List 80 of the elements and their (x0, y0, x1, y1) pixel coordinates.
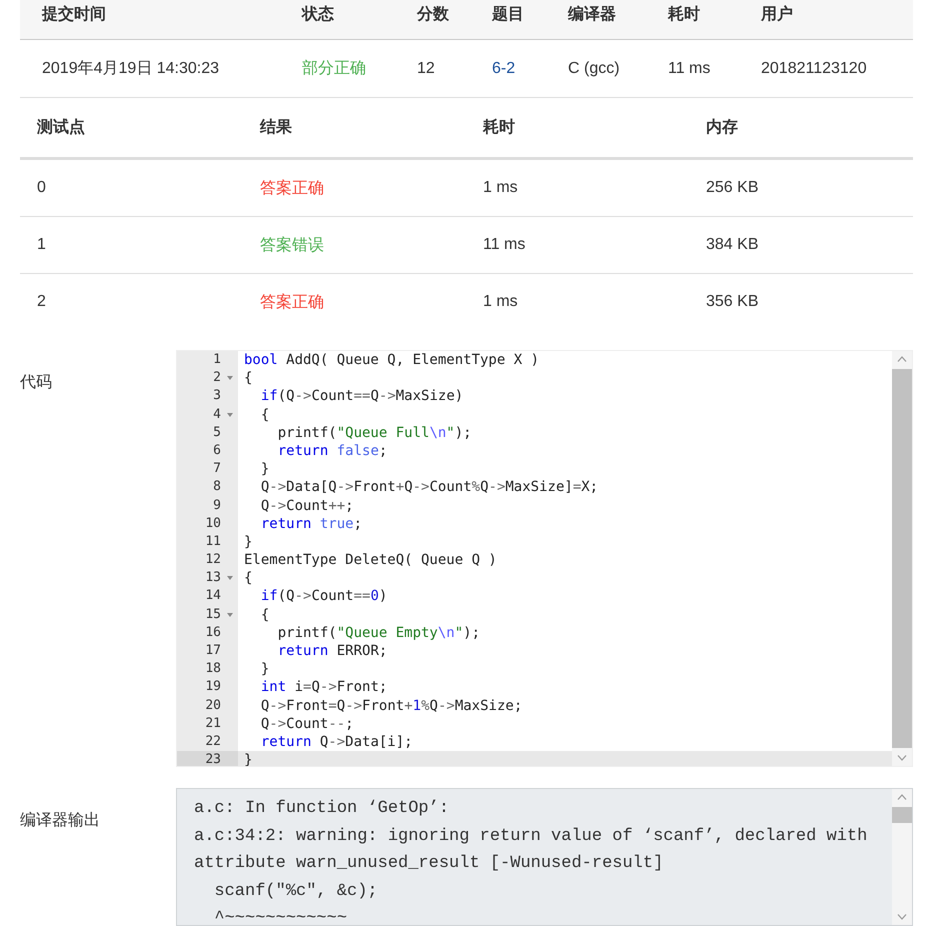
code-line: printf("Queue Empty\n"); (276, 624, 480, 641)
code-line: Q->Data[Q->Front+Q->Count%Q->MaxSize]=X; (260, 479, 598, 496)
line-number: 1 (212, 351, 221, 369)
line-number: 3 (212, 387, 221, 406)
code-line: { (260, 606, 270, 623)
code-line: int i=Q->Front; (260, 679, 388, 696)
table-cell-text: 2 (37, 293, 47, 311)
line-number: 2 (212, 369, 221, 388)
line-number: 10 (204, 514, 221, 533)
table-cell-text: 256 KB (706, 179, 760, 197)
code-line: { (260, 406, 270, 423)
column-header: 耗时 (483, 118, 516, 138)
column-header: 内存 (706, 118, 739, 138)
line-number: 22 (204, 732, 221, 751)
line-number: 19 (204, 678, 221, 696)
code-line: } (260, 461, 270, 478)
code-line: Q->Count--; (260, 716, 354, 732)
table-cell-text: C (gcc) (568, 60, 621, 78)
section-label: 编译器输出 (20, 810, 101, 831)
line-number: 7 (212, 460, 221, 478)
code-line: return true; (260, 516, 362, 532)
output-line: scanf("%c", &c); (213, 880, 379, 902)
column-header: 结果 (260, 118, 293, 138)
code-line: if(Q->Count==Q->MaxSize) (260, 388, 464, 404)
column-header: 编译器 (568, 4, 617, 25)
code-line: } (260, 661, 270, 678)
column-header: 题目 (492, 5, 525, 25)
output-line: a.c: In function ‘GetOp’: (194, 798, 450, 820)
table-cell-text: 356 KB (706, 293, 760, 311)
table-cell-text: 11 ms (483, 236, 526, 254)
table-cell-text: 1 (37, 236, 47, 254)
table-cell-text: 384 KB (706, 236, 760, 254)
line-number: 14 (204, 587, 221, 606)
code-line: Q->Count++; (260, 498, 354, 514)
line-number: 4 (212, 406, 221, 424)
code-line: if(Q->Count==0) (260, 588, 388, 604)
section-label: 代码 (20, 373, 53, 393)
line-number: 18 (204, 660, 221, 678)
line-number: 9 (212, 496, 221, 514)
line-number: 17 (204, 642, 221, 660)
column-header: 耗时 (668, 4, 701, 25)
table-cell-text: 1 ms (483, 293, 519, 311)
code-line: return ERROR; (276, 643, 388, 659)
column-header: 用户 (761, 4, 794, 25)
line-number: 15 (204, 606, 221, 624)
line-number: 6 (212, 442, 221, 460)
table-cell-text: 1 ms (483, 179, 519, 197)
line-number: 21 (204, 714, 221, 733)
line-number: 12 (204, 551, 221, 570)
code-line: printf("Queue Full\n"); (276, 424, 472, 441)
code-line: Q->Front=Q->Front+1%Q->MaxSize; (260, 698, 522, 714)
column-header: 测试点 (37, 118, 86, 138)
line-number: 13 (204, 569, 221, 588)
column-header: 提交时间 (42, 4, 107, 25)
status-text: 部分正确 (302, 58, 367, 79)
result-text: 答案错误 (260, 235, 325, 256)
line-number: 8 (212, 478, 221, 496)
table-cell-text: 0 (37, 179, 47, 197)
code-line: return Q->Data[i]; (260, 734, 413, 750)
line-number: 11 (204, 532, 221, 551)
code-line: { (244, 370, 252, 386)
code-line: bool AddQ( Queue Q, ElementType X ) (244, 352, 540, 368)
column-header: 分数 (417, 4, 450, 25)
code-line: { (244, 570, 252, 586)
table-cell-text: 11 ms (668, 60, 712, 78)
line-number: 5 (212, 424, 221, 442)
table-cell-text: 201821123120 (761, 60, 868, 78)
line-number: 16 (204, 624, 221, 642)
line-number: 23 (204, 751, 221, 766)
code-line: return false; (276, 442, 388, 459)
line-number: 20 (204, 696, 221, 715)
code-line: } (244, 534, 252, 550)
result-text: 答案正确 (260, 292, 325, 312)
table-cell-text: 12 (417, 60, 436, 78)
problem-link[interactable]: 6-2 (492, 60, 568, 78)
column-header: 状态 (302, 4, 335, 25)
result-text: 答案正确 (260, 178, 325, 198)
code-line: ElementType DeleteQ( Queue Q ) (244, 552, 497, 568)
table-cell-text: 2019年4月19日 14:30:23 (42, 59, 220, 79)
output-line: ^~~~~~~~~~~~~ (213, 908, 348, 925)
